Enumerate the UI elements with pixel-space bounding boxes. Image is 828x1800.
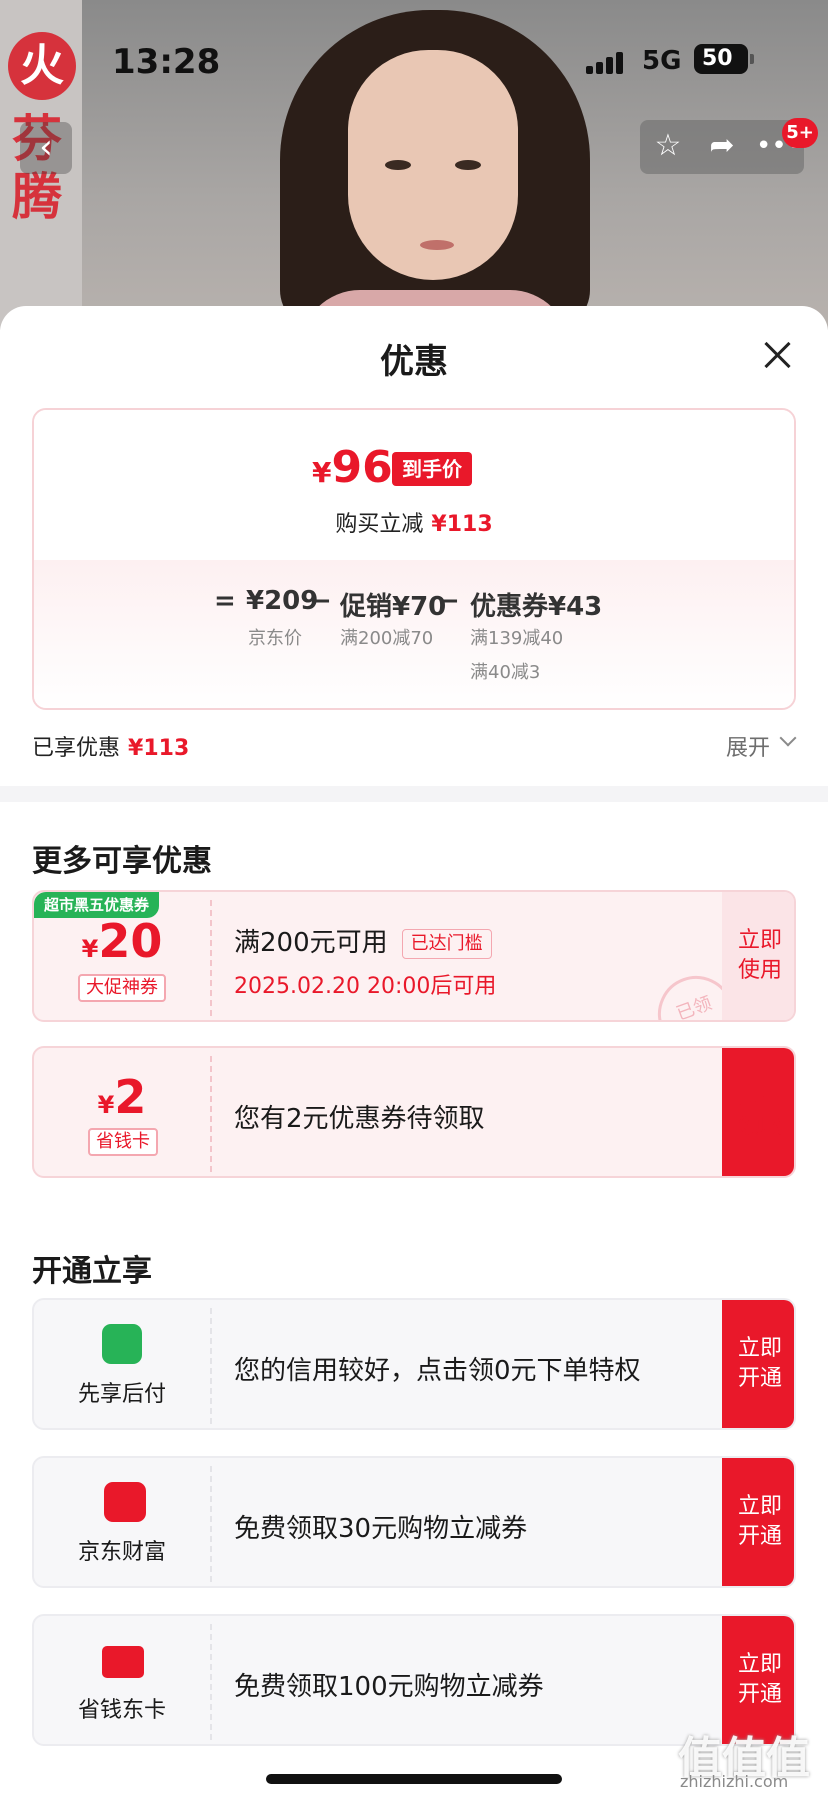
open-now-button[interactable]: 立即 开通 — [722, 1300, 794, 1428]
final-price: ¥96 — [312, 442, 393, 493]
coupon-rule: 满40减3 — [470, 662, 541, 683]
service-label: 省钱东卡 — [77, 1698, 166, 1723]
service-text: 免费领取30元购物立减券 — [234, 1514, 528, 1544]
use-now-button[interactable]: 立即 使用 — [722, 892, 794, 1020]
status-time: 13:28 — [112, 42, 221, 82]
service-card[interactable]: 先享后付 您的信用较好，点击领0元下单特权 立即 开通 — [32, 1298, 796, 1430]
enjoyed-discount: 已享优惠 ¥113 — [32, 736, 190, 761]
network-type: 5G — [642, 46, 682, 76]
open-now-button[interactable]: 立即 开通 — [722, 1458, 794, 1586]
coupon-amount: ¥20 — [81, 914, 163, 968]
signal-icon — [586, 50, 630, 74]
coupon-info: 满200元可用 已达门槛 2025.02.20 20:00后可用 — [210, 892, 722, 1020]
discount-sheet: 优惠 ¥96 到手价 购买立减 ¥113 = ¥209 京东价 − 促销¥70 满… — [0, 306, 828, 1800]
close-icon[interactable] — [760, 338, 794, 372]
product-image-header: ⽕ 芬腾 ‹ 13:28 5G 50 ☆ ➦ ••• 5+ — [0, 0, 828, 330]
wallet-icon — [104, 1482, 146, 1522]
share-icon[interactable]: ➦ — [704, 128, 740, 164]
open-benefits-title: 开通立享 — [32, 1254, 152, 1289]
service-text: 免费领取100元购物立减券 — [234, 1672, 544, 1702]
final-price-tag: 到手价 — [392, 452, 472, 486]
promo-rule: 满200减70 — [340, 628, 434, 649]
purchase-reduction: 购买立减 ¥113 — [335, 512, 493, 537]
claim-button[interactable]: 点击 领取 — [722, 1048, 794, 1176]
more-discounts-title: 更多可享优惠 — [32, 844, 212, 879]
coupon-type-pill: 省钱卡 — [88, 1128, 158, 1156]
price-breakdown-card: ¥96 到手价 购买立减 ¥113 = ¥209 京东价 − 促销¥70 满200… — [32, 408, 796, 710]
jd-price: ¥209 — [246, 586, 319, 616]
promo-amount: 促销¥70 — [340, 592, 447, 622]
message-count-badge: 5+ — [782, 118, 818, 148]
service-card[interactable]: 京东财富 免费领取30元购物立减券 立即 开通 — [32, 1456, 796, 1588]
coupon-amount: ¥2 — [97, 1070, 147, 1124]
jd-price-label: 京东价 — [248, 628, 302, 649]
service-text: 您的信用较好，点击领0元下单特权 — [234, 1356, 641, 1386]
equals-sign: = — [214, 586, 236, 616]
threshold-reached-badge: 已达门槛 — [401, 928, 492, 959]
sheet-title: 优惠 — [380, 342, 448, 382]
shopping-bag-icon — [102, 1324, 142, 1364]
top-actions-bar: ☆ ➦ ••• — [640, 120, 804, 174]
coupon-value: 超市黑五优惠券 ¥20 大促神券 — [34, 892, 210, 1020]
product-photo — [280, 10, 590, 330]
coupon-message: 您有2元优惠券待领取 — [234, 1104, 485, 1134]
section-divider — [0, 786, 828, 802]
back-arrow-icon[interactable]: ‹ — [20, 122, 72, 174]
coupon-card[interactable]: 超市黑五优惠券 ¥20 大促神券 满200元可用 已达门槛 2025.02.20 … — [32, 890, 796, 1022]
coupon-card[interactable]: ¥2 省钱卡 您有2元优惠券待领取 点击 领取 — [32, 1046, 796, 1178]
card-icon — [102, 1646, 144, 1678]
minus-sign: − — [310, 586, 332, 616]
coupon-amount: 优惠券¥43 — [470, 592, 603, 622]
expand-button[interactable]: 展开 — [726, 730, 770, 762]
coupon-valid-time: 2025.02.20 20:00后可用 — [234, 974, 497, 999]
coupon-condition: 满200元可用 已达门槛 — [234, 922, 492, 959]
service-label: 京东财富 — [77, 1540, 166, 1565]
watermark-site: zhizhizhi.com — [680, 1772, 789, 1791]
coupon-rule: 满139减40 — [470, 628, 564, 649]
minus-sign: − — [438, 586, 460, 616]
service-label: 先享后付 — [77, 1382, 166, 1407]
star-icon[interactable]: ☆ — [650, 128, 686, 164]
home-indicator[interactable] — [266, 1774, 562, 1784]
coupon-info: 您有2元优惠券待领取 — [210, 1048, 722, 1176]
coupon-value: ¥2 省钱卡 — [34, 1048, 210, 1176]
battery-icon: 50 — [694, 44, 754, 74]
chevron-down-icon[interactable] — [779, 729, 797, 747]
coupon-type-pill: 大促神券 — [78, 974, 166, 1002]
brand-logo: ⽕ — [8, 32, 76, 100]
